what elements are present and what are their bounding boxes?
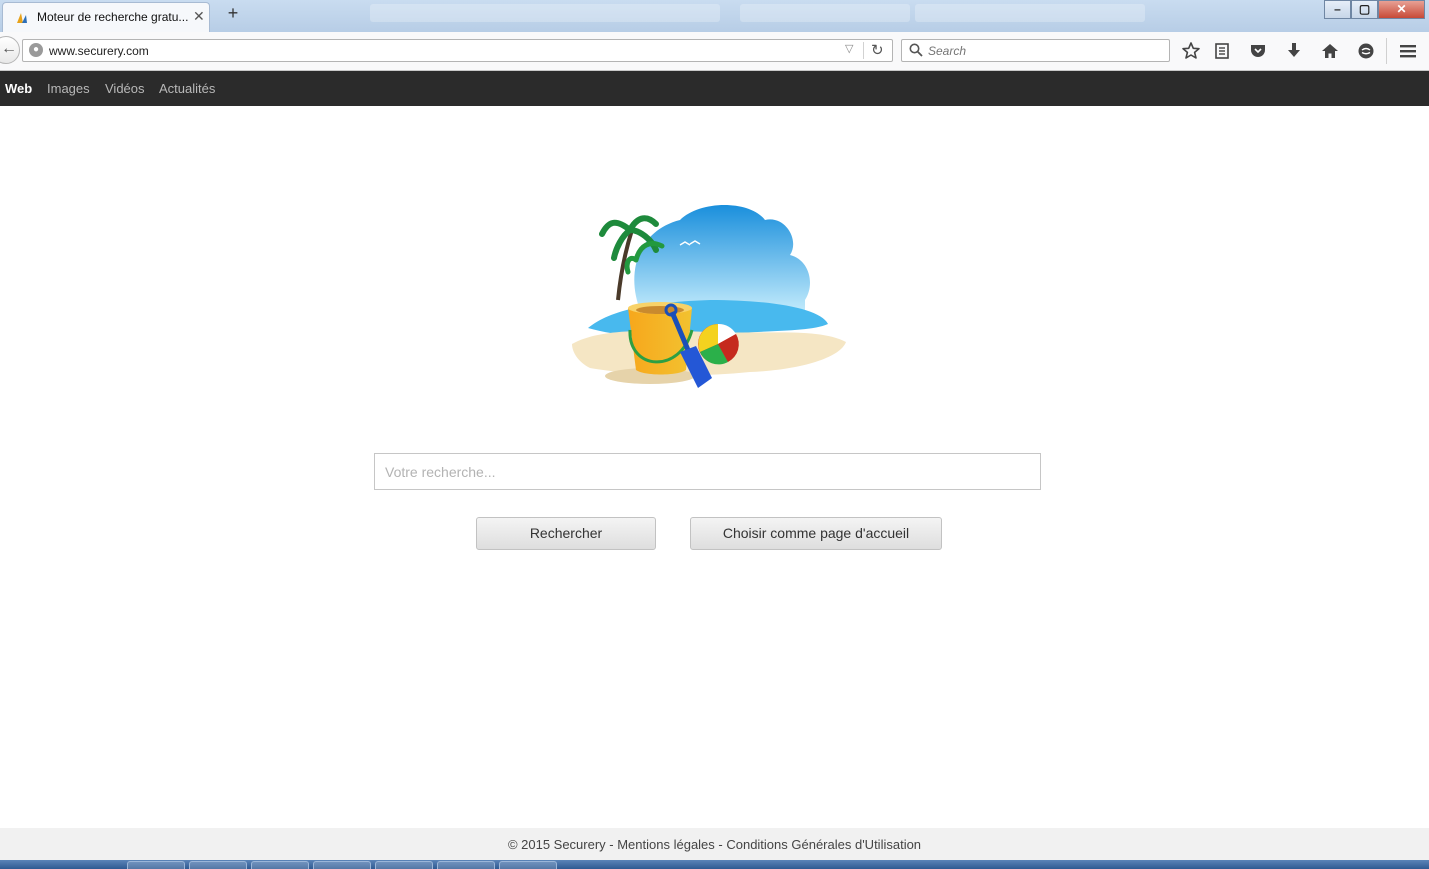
url-separator — [863, 42, 864, 59]
url-bar[interactable]: ● www.securery.com ▽ ↻ — [22, 39, 893, 62]
browser-search-input[interactable] — [926, 42, 1160, 60]
close-window-button[interactable]: ✕ — [1378, 0, 1425, 19]
back-button[interactable]: ← — [0, 36, 20, 64]
search-icon — [909, 43, 923, 57]
set-homepage-button[interactable]: Choisir comme page d'accueil — [690, 517, 942, 550]
navigation-toolbar: ← ● www.securery.com ▽ ↻ — [0, 32, 1429, 71]
minimize-icon: – — [1334, 2, 1341, 16]
menu-icon[interactable] — [1397, 40, 1419, 62]
taskbar-item[interactable] — [127, 861, 185, 869]
beach-logo-illustration — [572, 205, 846, 388]
toolbar-separator — [1386, 38, 1387, 64]
nav-images[interactable]: Images — [47, 81, 90, 96]
taskbar-item[interactable] — [189, 861, 247, 869]
new-tab-button[interactable]: + — [224, 3, 242, 24]
maximize-icon: ▢ — [1358, 2, 1371, 16]
reading-list-icon[interactable] — [1211, 40, 1233, 62]
taskbar-item[interactable] — [375, 861, 433, 869]
maximize-button[interactable]: ▢ — [1351, 0, 1378, 19]
nav-news[interactable]: Actualités — [159, 81, 215, 96]
browser-search-bar[interactable] — [901, 39, 1170, 62]
tab-title: Moteur de recherche gratu... — [37, 10, 189, 24]
bookmark-star-icon[interactable] — [1180, 40, 1202, 62]
taskbar-item[interactable] — [437, 861, 495, 869]
home-icon[interactable] — [1319, 40, 1341, 62]
reload-icon[interactable]: ↻ — [871, 41, 884, 59]
page-footer: © 2015 Securery - Mentions légales - Con… — [0, 828, 1429, 860]
nav-videos[interactable]: Vidéos — [105, 81, 145, 96]
tab-close-icon[interactable]: ✕ — [193, 8, 205, 25]
back-arrow-icon: ← — [1, 40, 17, 57]
browser-tab-active[interactable]: Moteur de recherche gratu... ✕ — [2, 2, 210, 32]
url-text[interactable]: www.securery.com — [49, 44, 149, 58]
globe-icon: ● — [29, 43, 43, 57]
background-tab — [740, 4, 910, 22]
main-search-input[interactable] — [374, 453, 1041, 490]
footer-text[interactable]: © 2015 Securery - Mentions légales - Con… — [0, 837, 1429, 852]
download-icon[interactable] — [1283, 40, 1305, 62]
pocket-icon[interactable] — [1247, 40, 1269, 62]
history-dropdown-icon[interactable]: ▽ — [845, 42, 853, 55]
taskbar-item[interactable] — [313, 861, 371, 869]
close-icon: ✕ — [1396, 2, 1407, 16]
taskbar-item[interactable] — [499, 861, 557, 869]
search-button[interactable]: Rechercher — [476, 517, 656, 550]
background-tabs — [370, 4, 720, 22]
background-tab — [915, 4, 1145, 22]
nav-web[interactable]: Web — [5, 81, 32, 96]
taskbar-item[interactable] — [251, 861, 309, 869]
chat-icon[interactable] — [1355, 40, 1377, 62]
site-favicon-icon — [17, 13, 27, 23]
site-navigation: Web Images Vidéos Actualités — [0, 71, 1429, 106]
minimize-button[interactable]: – — [1324, 0, 1351, 19]
window-titlebar: Moteur de recherche gratu... ✕ + – ▢ ✕ — [0, 0, 1429, 33]
